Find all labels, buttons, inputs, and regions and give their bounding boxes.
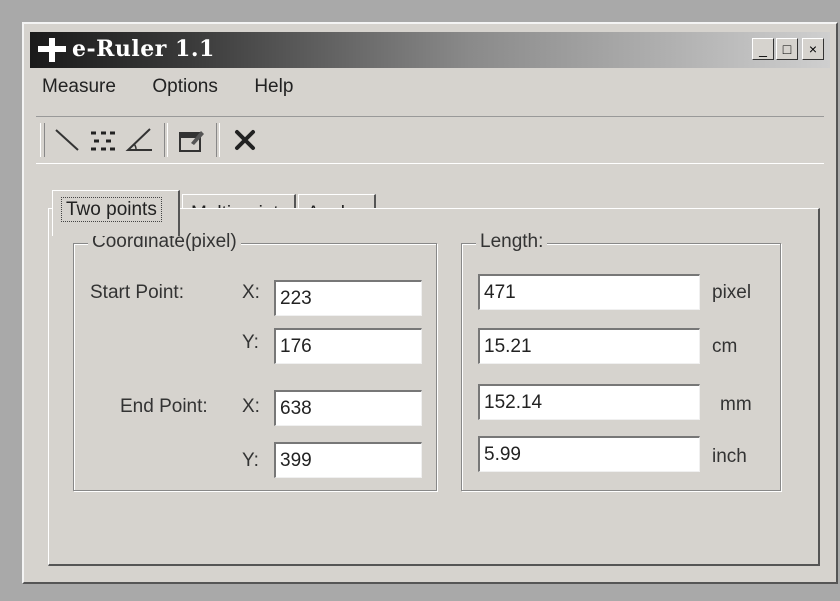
- toolbar: [36, 116, 824, 164]
- close-button[interactable]: ×: [802, 38, 824, 60]
- coordinate-group: Coordinate(pixel) Start Point: X: 223 Y:…: [73, 231, 437, 491]
- start-x-field[interactable]: 223: [274, 280, 422, 316]
- tab-two-points[interactable]: Two points: [52, 190, 180, 236]
- end-point-label: End Point:: [120, 396, 208, 417]
- menu-bar: Measure Options Help: [34, 76, 317, 106]
- unit-pixel-label: pixel: [712, 282, 752, 303]
- multipoint-tool-icon[interactable]: [88, 125, 118, 155]
- unit-mm-label: mm: [720, 394, 752, 415]
- tab-label: Two points: [61, 197, 162, 222]
- toolbar-separator: [164, 123, 168, 157]
- end-y-field[interactable]: 399: [274, 442, 422, 478]
- line-tool-icon[interactable]: [52, 125, 82, 155]
- minimize-button[interactable]: _: [752, 38, 774, 60]
- start-y-label: Y:: [242, 332, 259, 353]
- settings-window-icon[interactable]: [176, 125, 206, 155]
- length-group-label: Length:: [476, 231, 548, 253]
- unit-cm-label: cm: [712, 336, 738, 357]
- clear-icon[interactable]: [230, 125, 260, 155]
- start-y-field[interactable]: 176: [274, 328, 422, 364]
- end-x-label: X:: [242, 396, 260, 417]
- length-pixel-field[interactable]: 471: [478, 274, 700, 310]
- toolbar-separator: [216, 123, 220, 157]
- length-group: Length: 471 pixel 15.21 cm 152.14 mm 5.9…: [461, 231, 781, 491]
- maximize-button[interactable]: □: [776, 38, 798, 60]
- ruler-cross-icon: [38, 38, 66, 62]
- menu-measure[interactable]: Measure: [34, 76, 120, 98]
- start-point-label: Start Point:: [90, 282, 184, 303]
- unit-inch-label: inch: [712, 446, 747, 467]
- length-cm-field[interactable]: 15.21: [478, 328, 700, 364]
- menu-options[interactable]: Options: [144, 76, 221, 98]
- window-title: e-Ruler 1.1: [72, 36, 215, 62]
- end-y-label: Y:: [242, 450, 259, 471]
- length-inch-field[interactable]: 5.99: [478, 436, 700, 472]
- toolbar-grip[interactable]: [40, 123, 45, 157]
- angle-tool-icon[interactable]: [124, 125, 154, 155]
- menu-help[interactable]: Help: [246, 76, 297, 98]
- length-mm-field[interactable]: 152.14: [478, 384, 700, 420]
- title-bar[interactable]: e-Ruler 1.1 _ □ ×: [30, 32, 830, 68]
- tab-panel: Coordinate(pixel) Start Point: X: 223 Y:…: [48, 208, 820, 566]
- end-x-field[interactable]: 638: [274, 390, 422, 426]
- start-x-label: X:: [242, 282, 260, 303]
